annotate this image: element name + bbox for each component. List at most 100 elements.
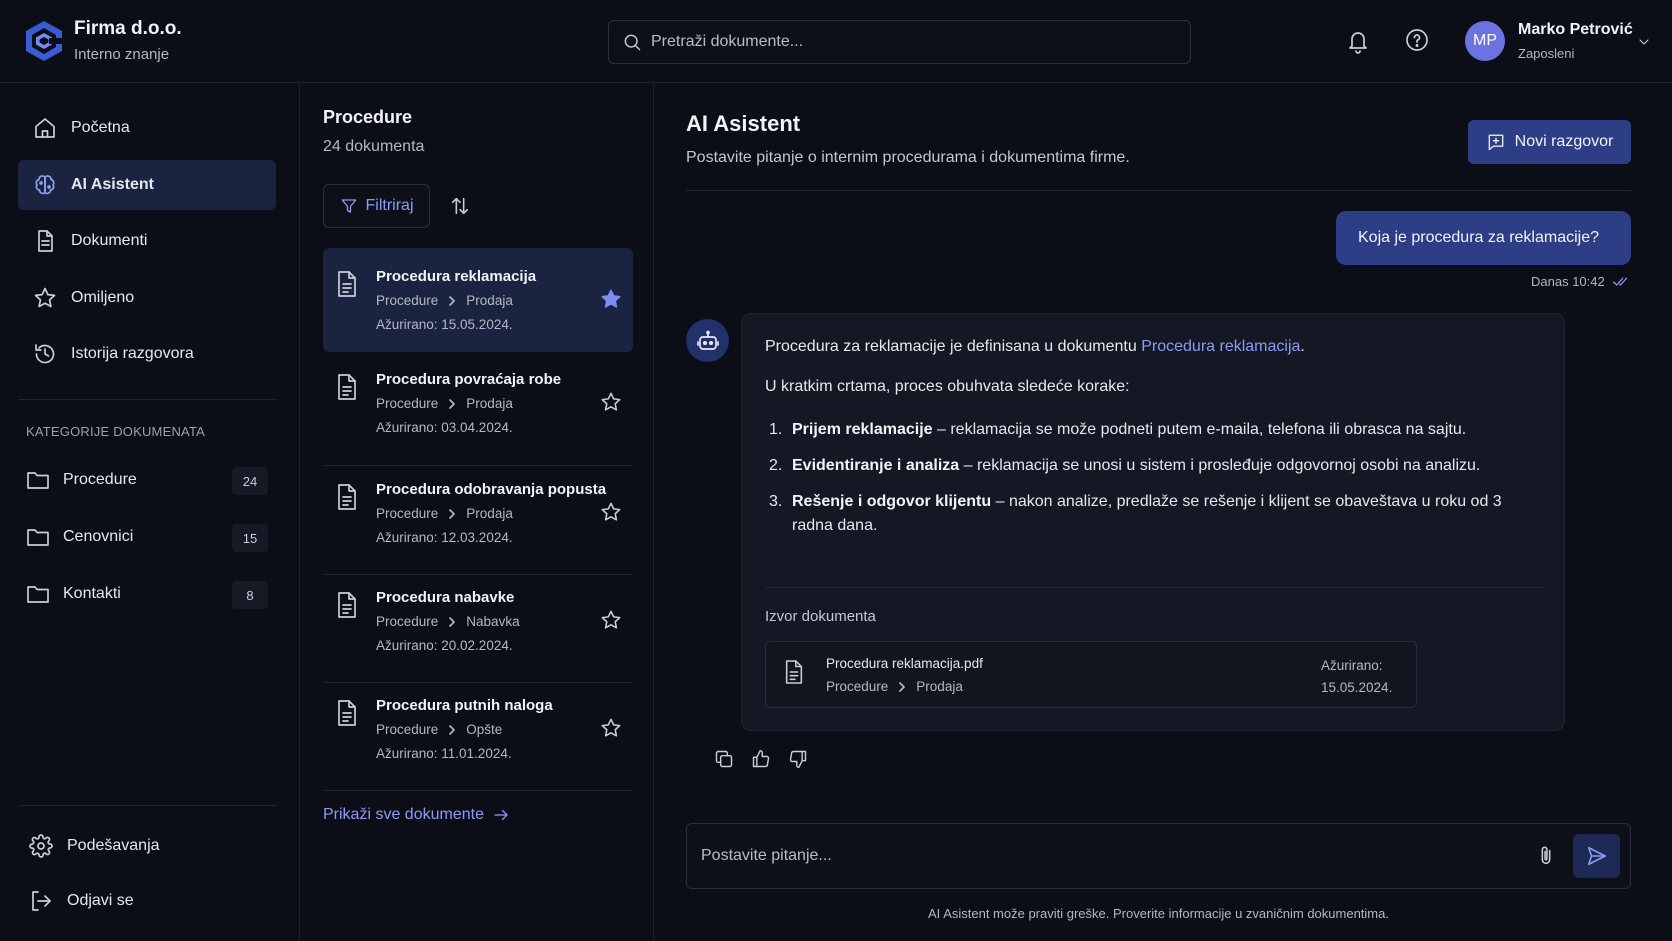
step-title: Rešenje i odgovor klijentu [792,493,992,510]
brand-name: Firma d.o.o. [74,18,182,39]
step-title: Prijem reklamacije [792,421,933,438]
sidebar-item-favorites[interactable]: Omiljeno [18,273,276,323]
chevron-right-icon [447,616,457,628]
source-updated: Ažurirano: 15.05.2024. [1321,655,1392,699]
new-chat-button[interactable]: Novi razgovor [1468,120,1631,164]
category-count-badge: 24 [232,467,268,495]
thumbs-down-icon[interactable] [788,749,808,769]
settings-label: Podešavanja [67,837,160,854]
home-icon [33,116,57,140]
document-icon [335,373,359,401]
category-count-badge: 15 [232,524,268,552]
bell-icon[interactable] [1346,28,1370,54]
message-divider [765,587,1543,588]
send-icon [1586,845,1608,867]
document-link[interactable]: Procedura reklamacija [1141,338,1300,355]
thumbs-up-icon[interactable] [751,749,771,769]
document-title: Procedura odobravanja popusta [376,481,607,498]
document-breadcrumb: Procedure Prodaja [376,293,513,308]
sidebar-item-ai-assistant[interactable]: AI Asistent [18,160,276,210]
double-check-icon [1613,275,1631,289]
chat-input[interactable] [701,824,1501,888]
sidebar-item-label: Dokumenti [71,232,148,249]
breadcrumb-part: Procedure [376,293,439,308]
breadcrumb-part: Opšte [466,722,503,737]
source-document-card[interactable]: Procedura reklamacija.pdf Procedure Prod… [765,641,1417,708]
step-number: 2. [769,457,783,474]
categories-title: KATEGORIJE DOKUMENATA [26,424,205,439]
star-icon[interactable] [600,391,622,413]
document-title: Procedura povraćaja robe [376,371,562,388]
step-text: – reklamacija se unosi u sistem i prosle… [959,457,1481,474]
document-icon [335,270,359,298]
document-breadcrumb: Procedure Prodaja [376,506,513,521]
sort-icon[interactable] [449,195,471,217]
category-price-lists[interactable]: Cenovnici 15 [26,520,268,554]
star-icon[interactable] [600,717,622,739]
help-icon[interactable] [1405,28,1429,52]
brand-subtitle: Interno znanje [74,46,170,63]
sidebar-item-documents[interactable]: Dokumenti [18,216,276,266]
ai-disclaimer: AI Asistent može praviti greške. Proveri… [928,906,1389,921]
breadcrumb-part: Procedure [376,722,439,737]
category-contacts[interactable]: Kontakti 8 [26,577,268,611]
paperclip-icon[interactable] [1535,845,1557,867]
breadcrumb-part: Procedure [376,396,439,411]
document-item[interactable]: Procedura povraćaja robe Procedure Proda… [323,351,633,455]
robot-icon [696,329,720,353]
star-icon[interactable] [600,609,622,631]
breadcrumb-part: Procedure [826,679,889,694]
sidebar-item-chat-history[interactable]: Istorija razgovora [18,329,276,379]
document-item[interactable]: Procedura nabavke Procedure Nabavka Ažur… [323,569,633,673]
sidebar-divider [18,805,276,806]
settings-button[interactable]: Podešavanja [14,821,272,871]
document-title: Procedura nabavke [376,589,515,606]
document-item[interactable]: Procedura putnih naloga Procedure Opšte … [323,677,633,781]
chat-subtitle: Postavite pitanje o internim procedurama… [686,149,1130,166]
new-chat-icon [1486,132,1506,152]
breadcrumb-part: Prodaja [916,679,963,694]
folder-icon [26,526,50,548]
show-all-label: Prikaži sve dokumente [323,806,484,823]
step-title: Evidentiranje i analiza [792,457,960,474]
sidebar-divider [18,399,276,400]
category-procedures[interactable]: Procedure 24 [26,463,268,497]
logout-label: Odjavi se [67,892,134,909]
sidebar-item-label: AI Asistent [71,176,154,193]
sidebar-item-home[interactable]: Početna [18,103,276,153]
document-item[interactable]: Procedura reklamacija Procedure Prodaja … [323,248,633,352]
chevron-down-icon[interactable] [1636,34,1652,50]
send-button[interactable] [1573,834,1620,878]
company-logo-icon[interactable] [25,20,63,62]
logout-button[interactable]: Odjavi se [14,876,272,926]
document-item[interactable]: Procedura odobravanja popusta Procedure … [323,461,633,565]
show-all-documents-link[interactable]: Prikaži sve dokumente [323,806,510,824]
breadcrumb-part: Prodaja [466,396,513,411]
chat-input-box[interactable] [686,823,1631,889]
sidebar: Početna AI Asistent Dokumenti Omiljeno I… [0,83,300,941]
source-updated-label: Ažurirano: [1321,658,1383,673]
search-bar[interactable] [608,20,1191,64]
document-updated: Ažurirano: 11.01.2024. [376,746,512,761]
filter-button[interactable]: Filtriraj [323,184,430,228]
chat-divider [686,190,1631,191]
top-header: Firma d.o.o. Interno znanje MP Marko Pet… [0,0,1672,83]
breadcrumb-part: Prodaja [466,293,513,308]
breadcrumb-part: Nabavka [466,614,520,629]
document-icon [335,591,359,619]
copy-icon[interactable] [714,749,734,769]
assistant-intro: Procedura za reklamacije je definisana u… [765,338,1305,356]
document-updated: Ažurirano: 15.05.2024. [376,317,513,332]
document-breadcrumb: Procedure Nabavka [376,614,520,629]
user-name[interactable]: Marko Petrović [1518,21,1633,39]
star-filled-icon[interactable] [600,288,622,310]
star-icon[interactable] [600,501,622,523]
search-input[interactable] [651,21,1171,63]
user-avatar[interactable]: MP [1465,21,1505,61]
sidebar-item-label: Omiljeno [71,289,135,306]
assistant-message-bubble: Procedura za reklamacije je definisana u… [741,313,1565,731]
step-content: Prijem reklamacije – reklamacija se može… [792,418,1466,442]
step-content: Evidentiranje i analiza – reklamacija se… [792,454,1480,478]
document-breadcrumb: Procedure Opšte [376,722,502,737]
category-label: Kontakti [63,585,121,602]
